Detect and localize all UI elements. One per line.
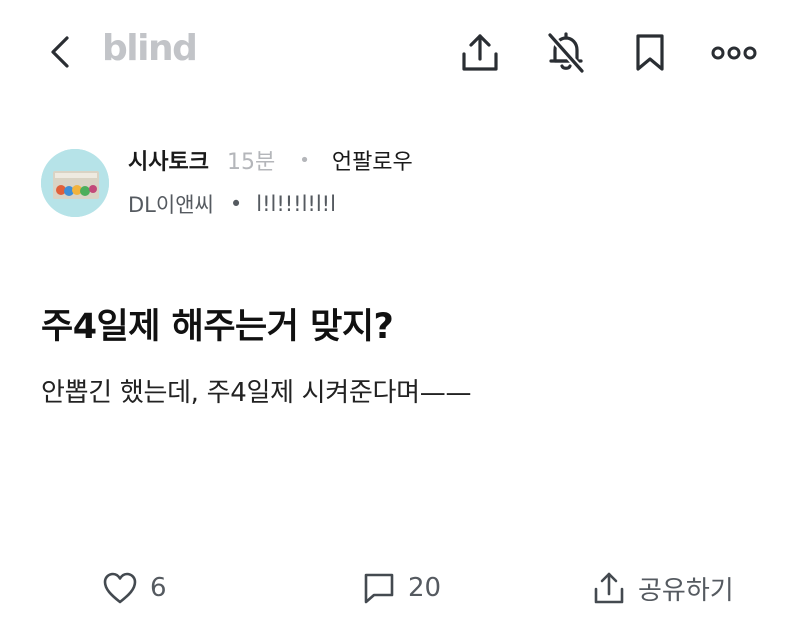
more-icon [711,46,757,60]
separator-dot: • [229,192,243,216]
share-label: 공유하기 [638,575,734,606]
comment-button[interactable]: 20 [362,566,441,610]
share-button[interactable] [458,30,502,74]
unfollow-button[interactable]: 언팔로우 [332,144,413,176]
bookmark-icon [636,34,664,71]
share-icon [462,34,498,71]
back-button[interactable] [40,32,80,72]
author-info-row: DL이앤씨 • l!l!!!l!l!l [128,188,336,220]
post-title: 주4일제 해주는거 맞지? [41,307,394,347]
more-button[interactable] [710,38,758,68]
share-post-button[interactable]: 공유하기 [592,566,734,610]
channel-avatar-image [41,149,109,217]
author-row: 시사토크 15분 • 언팔로우 [128,144,413,176]
blind-logo: blind [102,28,198,69]
bookmark-button[interactable] [628,30,672,74]
comment-count: 20 [408,573,442,603]
like-button[interactable]: 6 [102,566,167,610]
heart-icon [103,572,137,604]
notifications-off-icon [546,31,586,74]
channel-name[interactable]: 시사토크 [128,144,209,176]
company-name: DL이앤씨 [128,193,214,217]
post-time: 15분 [226,150,276,175]
author-nickname: l!l!!!l!l!l [256,192,336,216]
back-icon [51,36,69,68]
separator-dot: • [299,149,310,171]
channel-avatar[interactable] [41,149,109,217]
comment-icon [364,573,394,604]
post-body: 안뽑긴 했는데, 주4일제 시켜준다며—— [41,378,472,408]
like-count: 6 [150,573,167,603]
notifications-off-button[interactable] [544,30,588,74]
share-icon [594,572,624,604]
top-bar: blind [0,0,800,100]
